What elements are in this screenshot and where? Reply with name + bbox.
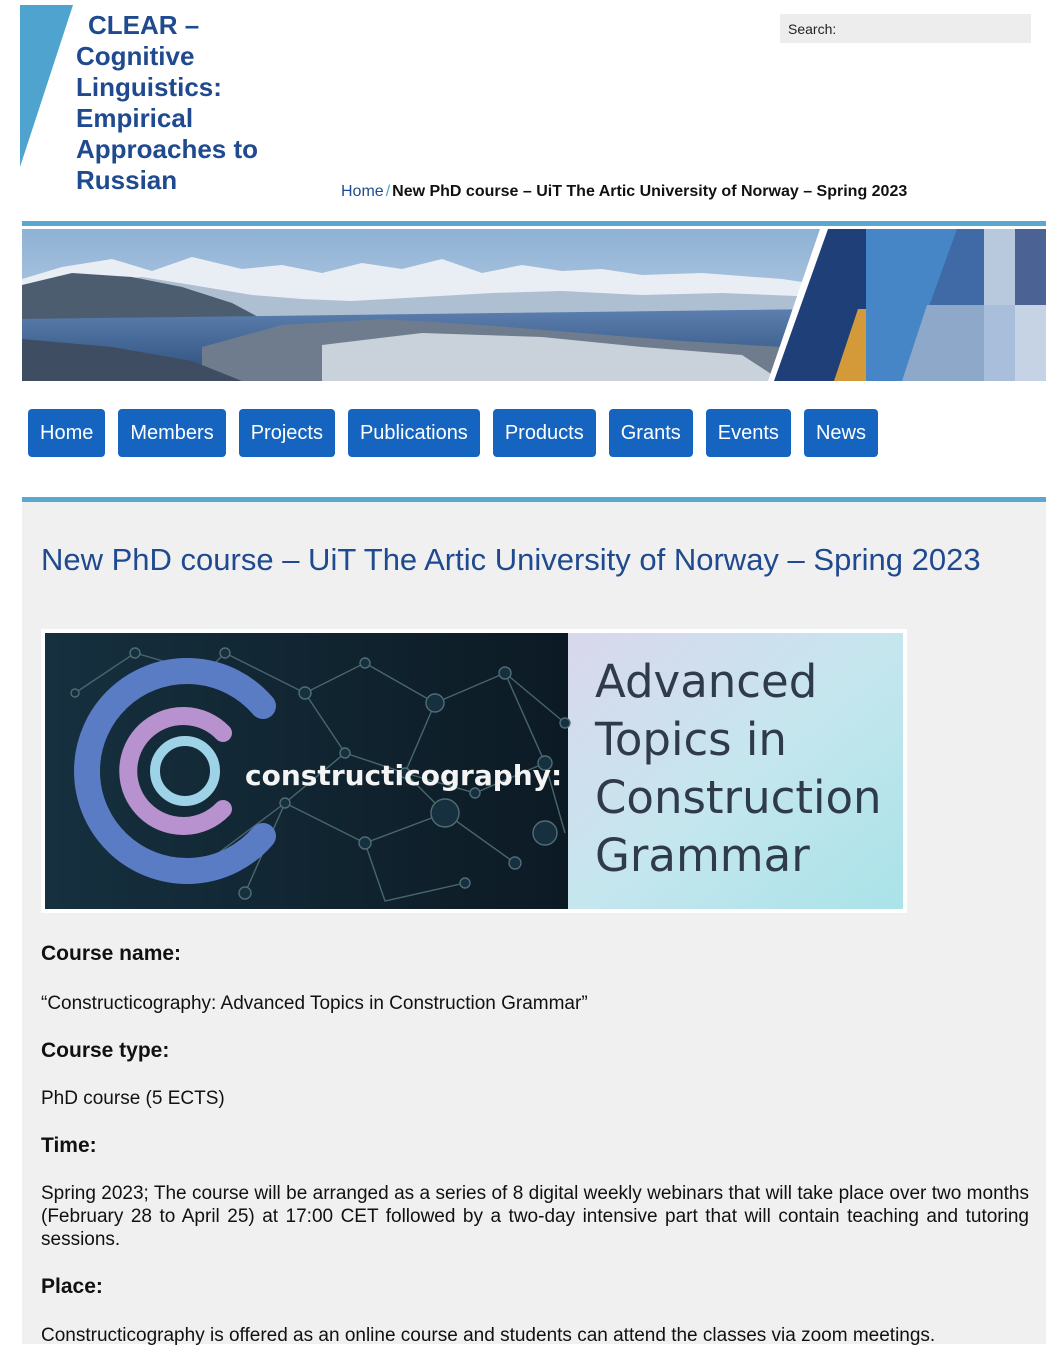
main-nav: Home Members Projects Publications Produ…: [28, 409, 878, 457]
time-heading: Time:: [41, 1134, 97, 1157]
site-title-link[interactable]: CLEAR – Cognitive Linguistics: Empirical…: [76, 10, 316, 196]
course-type-text: PhD course (5 ECTS): [41, 1088, 225, 1109]
time-text: Spring 2023; The course will be arranged…: [41, 1183, 1029, 1250]
course-banner-image: constructicography: Advanced Topics in C…: [41, 629, 907, 913]
course-name-text: “Constructicography: Advanced Topics in …: [41, 993, 588, 1014]
course-logo-text: constructicography:: [245, 759, 562, 792]
nav-members-button[interactable]: Members: [118, 409, 226, 457]
search-label: Search:: [788, 20, 837, 37]
place-heading: Place:: [41, 1275, 103, 1298]
course-title-line3: Construction: [595, 771, 882, 824]
site-title-line1: CLEAR –: [88, 10, 200, 40]
breadcrumb-separator: /: [385, 183, 391, 200]
nav-grants-button[interactable]: Grants: [608, 409, 693, 457]
header-divider: [22, 221, 1046, 226]
course-title-line1: Advanced: [595, 655, 817, 708]
nav-news-button[interactable]: News: [803, 409, 878, 457]
page-title: New PhD course – UiT The Artic Universit…: [41, 542, 981, 577]
header-banner-image: [22, 229, 1046, 381]
search-input[interactable]: [840, 19, 1023, 38]
breadcrumb-current: New PhD course – UiT The Artic Universit…: [392, 183, 908, 200]
nav-publications-button[interactable]: Publications: [347, 409, 480, 457]
nav-events-button[interactable]: Events: [705, 409, 791, 457]
site-title-line2: Cognitive Linguistics: Empirical Approac…: [76, 41, 259, 195]
nav-projects-button[interactable]: Projects: [238, 409, 335, 457]
nav-products-button[interactable]: Products: [492, 409, 596, 457]
course-title-line4: Grammar: [595, 829, 810, 882]
main-content: New PhD course – UiT The Artic Universit…: [22, 502, 1046, 1346]
breadcrumb-home-link[interactable]: Home: [341, 183, 384, 200]
course-title-line2: Topics in: [594, 713, 787, 766]
search-box: Search:: [780, 14, 1031, 43]
nav-home-button[interactable]: Home: [28, 409, 106, 457]
logo-wedge-graphic: [20, 5, 73, 167]
breadcrumb: Home / New PhD course – UiT The Artic Univ…: [341, 183, 907, 201]
course-name-heading: Course name:: [41, 942, 182, 965]
course-type-heading: Course type:: [41, 1039, 170, 1062]
